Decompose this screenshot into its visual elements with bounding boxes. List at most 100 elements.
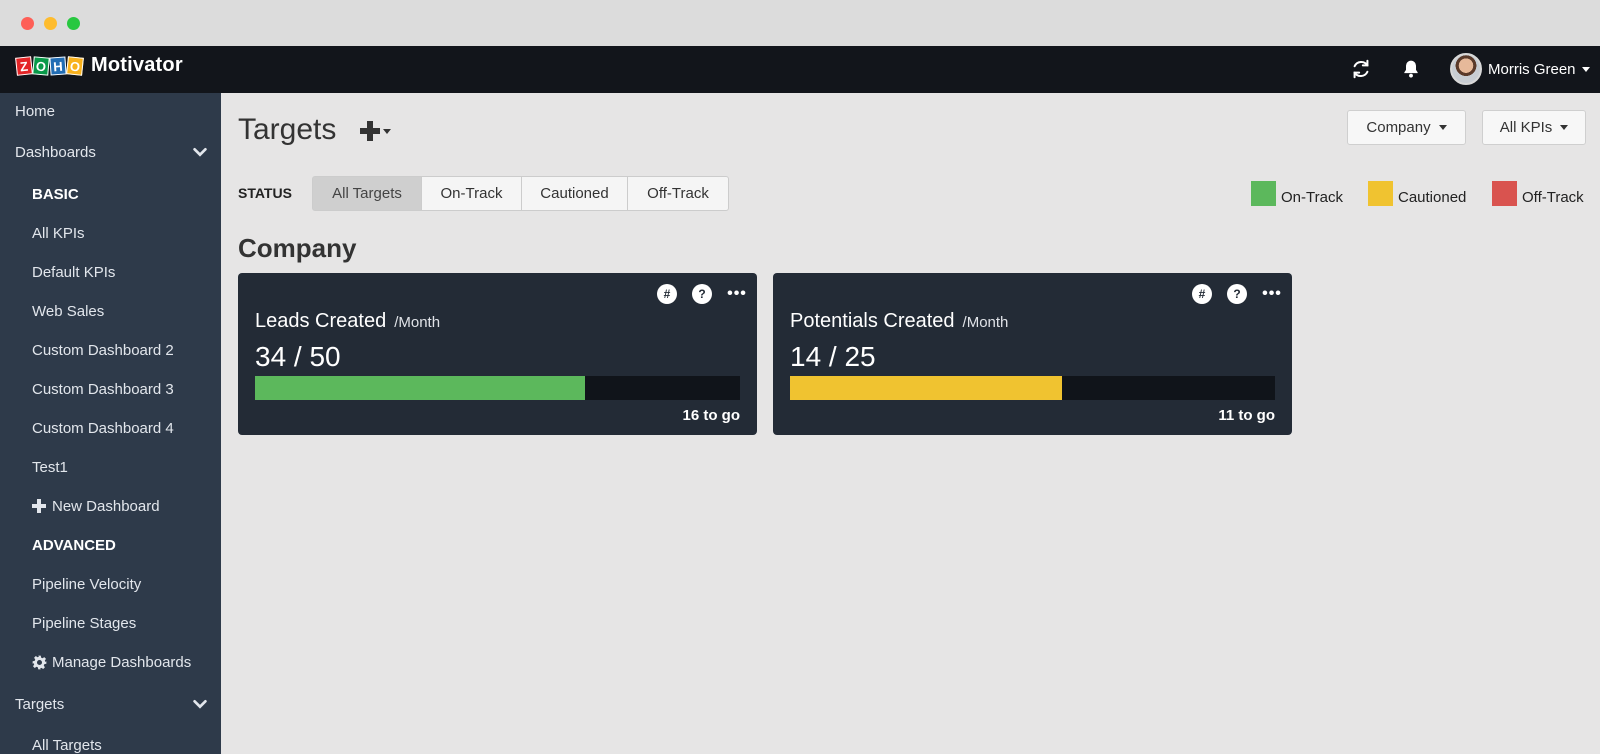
sidebar-item-label: Default KPIs: [32, 263, 116, 281]
chevron-down-icon: [1560, 125, 1569, 130]
hash-icon[interactable]: #: [657, 284, 677, 304]
bell-icon: [1404, 60, 1418, 78]
section-title: Company: [238, 233, 357, 263]
sidebar-item-home[interactable]: Home: [0, 93, 221, 129]
remaining-text: 16 to go: [682, 407, 740, 424]
sidebar-item-test1[interactable]: Test1: [0, 449, 221, 485]
sidebar-item-label: Pipeline Velocity: [32, 575, 142, 593]
filter-all-targets[interactable]: All Targets: [312, 176, 422, 211]
sidebar-item-custom-dashboard-3[interactable]: Custom Dashboard 3: [0, 371, 221, 407]
sidebar-item-label: Test1: [32, 458, 68, 476]
sidebar-item-label: All KPIs: [32, 224, 85, 242]
legend-on-track: On-Track: [1251, 181, 1343, 206]
sidebar-section-basic: BASIC: [0, 176, 221, 212]
company-dropdown[interactable]: Company: [1347, 110, 1466, 145]
sidebar-item-label: All Targets: [32, 736, 102, 754]
sidebar-item-label: Custom Dashboard 3: [32, 380, 174, 398]
chevron-down-icon: [383, 128, 391, 134]
sidebar-item-custom-dashboard-2[interactable]: Custom Dashboard 2: [0, 332, 221, 368]
chevron-down-icon: [193, 147, 207, 157]
app-header: Z O H O Motivator Morris Green: [0, 46, 1600, 93]
chevron-down-icon: [193, 699, 207, 709]
progress-track: [790, 376, 1275, 400]
hash-icon[interactable]: #: [1192, 284, 1212, 304]
logo-tile: O: [66, 55, 84, 76]
gear-icon: [32, 655, 48, 670]
sidebar-item-default-kpis[interactable]: Default KPIs: [0, 254, 221, 290]
filter-on-track[interactable]: On-Track: [421, 176, 522, 211]
filter-off-track[interactable]: Off-Track: [627, 176, 729, 211]
sidebar-item-web-sales[interactable]: Web Sales: [0, 293, 221, 329]
sidebar-item-all-targets[interactable]: All Targets: [0, 727, 221, 754]
user-name: Morris Green: [1488, 60, 1576, 78]
progress-track: [255, 376, 740, 400]
help-icon[interactable]: ?: [692, 284, 712, 304]
sidebar-item-pipeline-velocity[interactable]: Pipeline Velocity: [0, 566, 221, 602]
notifications-button[interactable]: [1398, 56, 1424, 82]
card-title: Potentials Created/Month: [790, 310, 1008, 333]
logo-tile: Z: [15, 55, 33, 76]
card-value: 14 / 25: [790, 341, 876, 372]
more-options-icon[interactable]: •••: [1260, 284, 1284, 304]
sidebar-item-label: Custom Dashboard 4: [32, 419, 174, 437]
sidebar-item-dashboards[interactable]: Dashboards: [0, 134, 221, 170]
sidebar-item-label: Pipeline Stages: [32, 614, 137, 632]
zoho-logo-tiles: Z O H O: [15, 55, 84, 76]
legend-label: Cautioned: [1398, 189, 1467, 206]
progress-fill: [255, 376, 585, 400]
card-title: Leads Created/Month: [255, 310, 440, 333]
sidebar-item-label: New Dashboard: [52, 497, 160, 515]
logo-tile: H: [49, 55, 67, 76]
sidebar-item-new-dashboard[interactable]: New Dashboard: [0, 488, 221, 524]
app-logo[interactable]: Z O H O Motivator: [15, 54, 183, 77]
legend-swatch: [1251, 181, 1276, 206]
window-maximize-button[interactable]: [67, 17, 80, 30]
chevron-down-icon: [1581, 66, 1590, 72]
sidebar-item-label: Dashboards: [15, 143, 96, 161]
more-options-icon[interactable]: •••: [725, 284, 749, 304]
sidebar-section-advanced: ADVANCED: [0, 527, 221, 563]
sidebar-section-label: BASIC: [32, 185, 79, 203]
window-titlebar: [0, 0, 1600, 46]
legend-label: Off-Track: [1522, 189, 1584, 206]
refresh-button[interactable]: [1348, 56, 1374, 82]
card-title-text: Potentials Created: [790, 310, 955, 332]
sidebar-item-label: Manage Dashboards: [52, 653, 192, 671]
card-title-text: Leads Created: [255, 310, 387, 332]
user-menu[interactable]: Morris Green: [1450, 49, 1590, 89]
sidebar-item-label: Web Sales: [32, 302, 105, 320]
card-period: /Month: [394, 314, 441, 331]
avatar: [1450, 53, 1482, 85]
sidebar-item-label: Targets: [15, 695, 65, 713]
legend-swatch: [1492, 181, 1517, 206]
app-name: Motivator: [91, 54, 183, 76]
window-close-button[interactable]: [21, 17, 34, 30]
kpis-dropdown[interactable]: All KPIs: [1482, 110, 1586, 145]
sidebar-item-custom-dashboard-4[interactable]: Custom Dashboard 4: [0, 410, 221, 446]
sidebar-item-pipeline-stages[interactable]: Pipeline Stages: [0, 605, 221, 641]
progress-fill: [790, 376, 1062, 400]
legend-label: On-Track: [1281, 189, 1343, 206]
legend-swatch: [1368, 181, 1393, 206]
help-icon[interactable]: ?: [1227, 284, 1247, 304]
remaining-text: 11 to go: [1218, 407, 1275, 424]
filter-cautioned[interactable]: Cautioned: [521, 176, 628, 211]
legend-cautioned: Cautioned: [1368, 181, 1466, 206]
plus-icon: [32, 499, 48, 513]
sidebar-item-targets[interactable]: Targets: [0, 686, 221, 722]
target-card[interactable]: # ? ••• Leads Created/Month 34 / 50 16 t…: [238, 273, 757, 435]
kpis-dropdown-label: All KPIs: [1499, 119, 1553, 136]
refresh-icon: [1353, 59, 1369, 79]
page-title: Targets: [238, 113, 337, 146]
target-card[interactable]: # ? ••• Potentials Created/Month 14 / 25…: [773, 273, 1292, 435]
sidebar-item-label: Home: [15, 102, 56, 120]
sidebar-section-label: ADVANCED: [32, 536, 116, 554]
sidebar: Home Dashboards BASIC All KPIs Default K…: [0, 93, 221, 754]
plus-icon: [360, 121, 380, 141]
add-target-button[interactable]: [360, 117, 394, 145]
status-label: STATUS: [238, 185, 292, 201]
sidebar-item-manage-dashboards[interactable]: Manage Dashboards: [0, 644, 221, 680]
window-minimize-button[interactable]: [44, 17, 57, 30]
sidebar-item-all-kpis[interactable]: All KPIs: [0, 215, 221, 251]
company-dropdown-label: Company: [1366, 119, 1431, 136]
